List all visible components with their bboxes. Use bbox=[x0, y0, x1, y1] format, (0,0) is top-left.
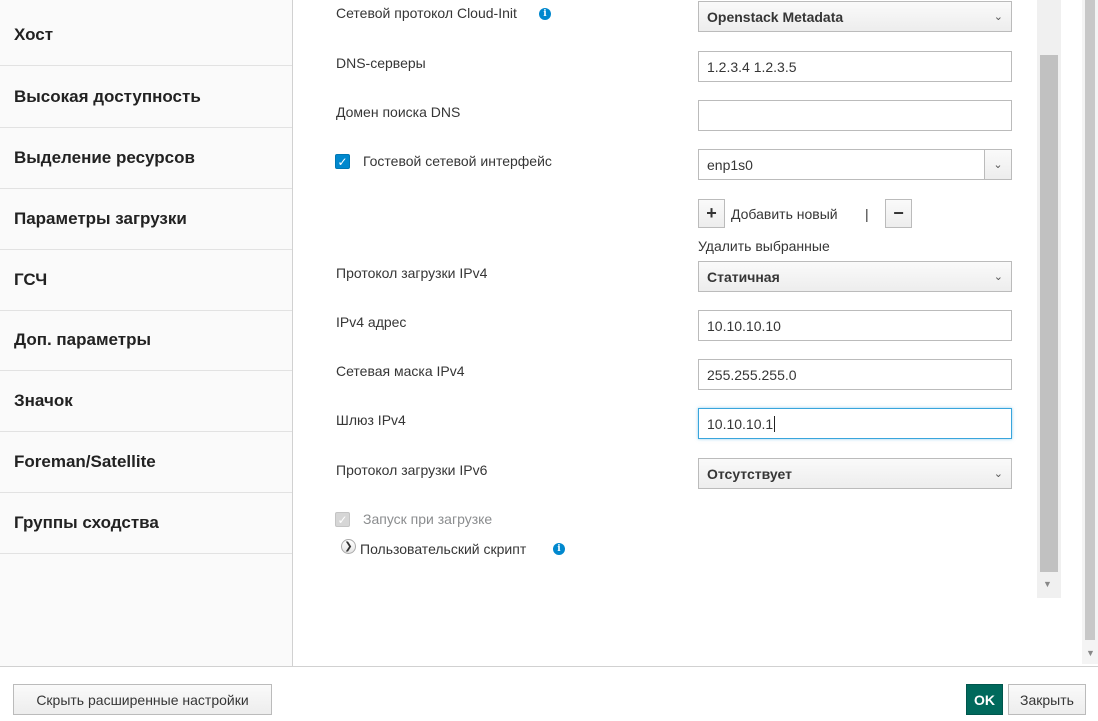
sidebar-item-label: Доп. параметры bbox=[14, 330, 152, 349]
sidebar-item-foreman-satellite[interactable]: Foreman/Satellite bbox=[0, 432, 292, 493]
chevron-down-icon: ⌄ bbox=[993, 468, 1003, 480]
chevron-down-icon: ⌄ bbox=[993, 159, 1003, 171]
scroll-down-arrow-icon[interactable]: ▼ bbox=[1043, 579, 1052, 589]
check-icon: ✓ bbox=[337, 154, 348, 169]
cloud-init-protocol-label: Сетевой протокол Cloud-Init bbox=[336, 5, 517, 21]
ok-button[interactable]: OK bbox=[966, 684, 1003, 715]
guest-interface-dropdown-button[interactable]: ⌄ bbox=[984, 150, 1011, 179]
start-on-boot-label: Запуск при загрузке bbox=[363, 511, 493, 527]
chevron-down-icon: ⌄ bbox=[993, 271, 1003, 283]
dns-servers-input[interactable]: 1.2.3.4 1.2.3.5 bbox=[698, 51, 1012, 82]
ipv4-address-label: IPv4 адрес bbox=[336, 314, 407, 330]
sidebar-item-label: ГСЧ bbox=[14, 270, 48, 289]
sidebar-item-affinity-groups[interactable]: Группы сходства bbox=[0, 493, 292, 554]
custom-script-label[interactable]: Пользовательский скрипт bbox=[360, 541, 526, 557]
minus-icon: − bbox=[893, 203, 904, 223]
sidebar-item-rng[interactable]: ГСЧ bbox=[0, 250, 292, 311]
guest-interface-checkbox[interactable]: ✓ bbox=[335, 154, 350, 169]
guest-interface-label: Гостевой сетевой интерфейс bbox=[363, 153, 552, 169]
ipv6-boot-protocol-label: Протокол загрузки IPv6 bbox=[336, 462, 488, 478]
sidebar-item-boot-options[interactable]: Параметры загрузки bbox=[0, 189, 292, 250]
sidebar-item-host[interactable]: Хост bbox=[0, 5, 292, 66]
hide-advanced-button[interactable]: Скрыть расширенные настройки bbox=[13, 684, 272, 715]
ipv4-boot-protocol-value: Статичная bbox=[707, 268, 780, 285]
outer-scrollbar-thumb[interactable] bbox=[1085, 0, 1095, 640]
ipv4-gateway-input[interactable]: 10.10.10.1 bbox=[698, 408, 1012, 439]
ipv4-netmask-label: Сетевая маска IPv4 bbox=[336, 363, 465, 379]
scroll-down-arrow-icon[interactable]: ▼ bbox=[1086, 648, 1095, 658]
sidebar-item-label: Foreman/Satellite bbox=[14, 452, 156, 471]
add-new-label[interactable]: Добавить новый bbox=[731, 206, 838, 222]
expand-arrow-icon[interactable]: ❯ bbox=[341, 539, 356, 554]
text-cursor bbox=[774, 415, 776, 432]
ipv4-boot-protocol-select[interactable]: Статичная ⌄ bbox=[698, 261, 1012, 292]
cloud-init-network-panel: Сетевой протокол Cloud-Init i Openstack … bbox=[293, 0, 1038, 667]
sidebar-item-label: Хост bbox=[14, 25, 54, 44]
dns-search-domain-label: Домен поиска DNS bbox=[336, 104, 461, 120]
ipv6-boot-protocol-select[interactable]: Отсутствует ⌄ bbox=[698, 458, 1012, 489]
ipv4-boot-protocol-label: Протокол загрузки IPv4 bbox=[336, 265, 488, 281]
separator: | bbox=[865, 206, 869, 222]
ipv4-gateway-value: 10.10.10.1 bbox=[707, 415, 774, 432]
check-icon: ✓ bbox=[337, 512, 348, 527]
sidebar-item-label: Параметры загрузки bbox=[14, 209, 187, 228]
sidebar-item-label: Группы сходства bbox=[14, 513, 159, 532]
sidebar-item-label: Значок bbox=[14, 391, 73, 410]
info-icon[interactable]: i bbox=[539, 8, 551, 20]
add-new-button[interactable]: + bbox=[698, 199, 725, 228]
info-icon[interactable]: i bbox=[553, 543, 565, 555]
dns-search-domain-input[interactable] bbox=[698, 100, 1012, 131]
sidebar-item-high-availability[interactable]: Высокая доступность bbox=[0, 67, 292, 128]
guest-interface-combobox[interactable]: enp1s0 ⌄ bbox=[698, 149, 1012, 180]
close-button[interactable]: Закрыть bbox=[1008, 684, 1086, 715]
cloud-init-protocol-select[interactable]: Openstack Metadata ⌄ bbox=[698, 1, 1012, 32]
guest-interface-value: enp1s0 bbox=[707, 156, 753, 173]
ipv4-gateway-label: Шлюз IPv4 bbox=[336, 412, 406, 428]
dns-servers-label: DNS-серверы bbox=[336, 55, 426, 71]
chevron-down-icon: ⌄ bbox=[993, 11, 1003, 23]
start-on-boot-checkbox: ✓ bbox=[335, 512, 350, 527]
ipv4-address-input[interactable]: 10.10.10.10 bbox=[698, 310, 1012, 341]
sidebar: Хост Высокая доступность Выделение ресур… bbox=[0, 0, 293, 667]
inner-scrollbar-thumb[interactable] bbox=[1040, 55, 1058, 572]
cloud-init-protocol-value: Openstack Metadata bbox=[707, 8, 844, 25]
sidebar-item-custom-properties[interactable]: Доп. параметры bbox=[0, 310, 292, 371]
plus-icon: + bbox=[706, 203, 717, 223]
sidebar-item-label: Выделение ресурсов bbox=[14, 148, 195, 167]
ipv4-netmask-input[interactable]: 255.255.255.0 bbox=[698, 359, 1012, 390]
ipv6-boot-protocol-value: Отсутствует bbox=[707, 465, 792, 482]
sidebar-item-label: Высокая доступность bbox=[14, 87, 201, 106]
remove-selected-label[interactable]: Удалить выбранные bbox=[698, 238, 830, 254]
dialog-footer: Скрыть расширенные настройки OK Закрыть bbox=[0, 666, 1098, 721]
remove-selected-button[interactable]: − bbox=[885, 199, 912, 228]
sidebar-item-resource-allocation[interactable]: Выделение ресурсов bbox=[0, 128, 292, 189]
sidebar-item-icon[interactable]: Значок bbox=[0, 371, 292, 432]
